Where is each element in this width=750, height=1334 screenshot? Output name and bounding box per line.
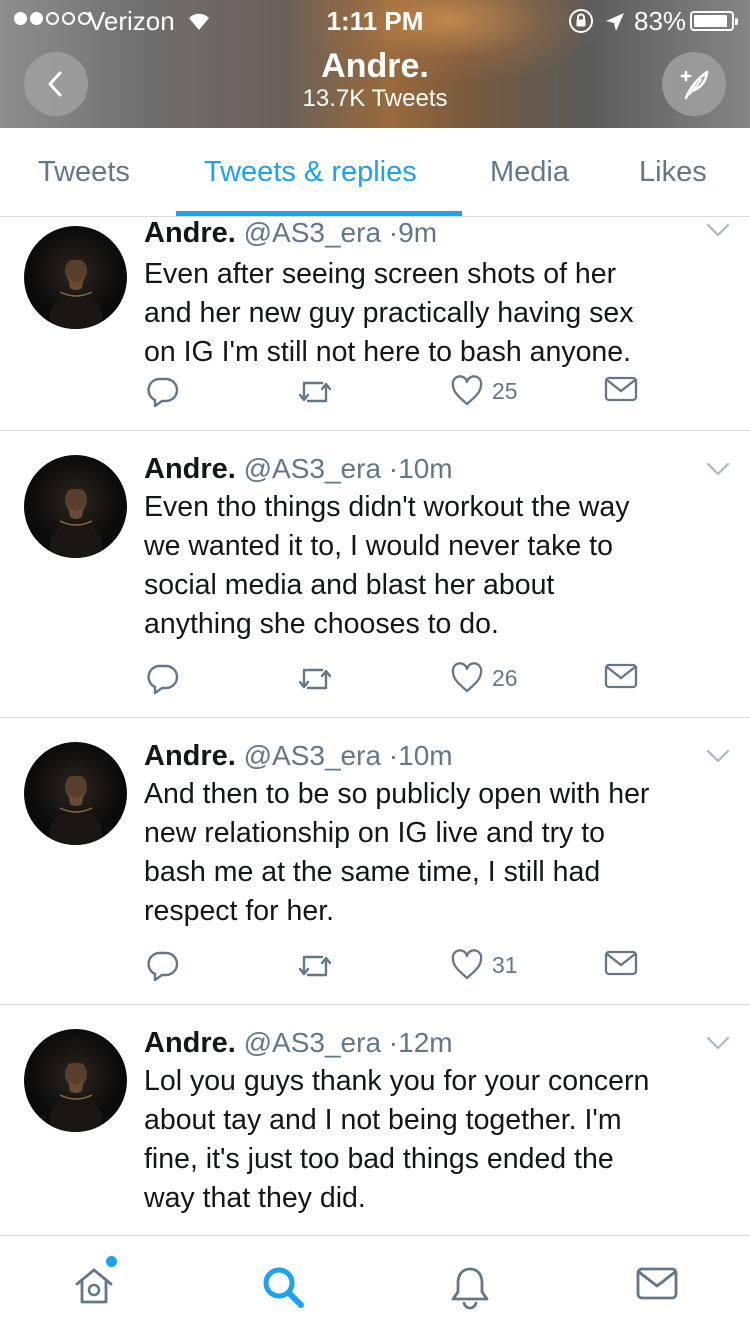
compose-tweet-icon xyxy=(680,70,709,100)
reply-icon xyxy=(147,664,179,695)
tweet-text: Even tho things didn't workout the way we… xyxy=(144,491,630,640)
avatar[interactable] xyxy=(24,1029,127,1132)
tab-likes[interactable]: Likes xyxy=(639,156,707,189)
avatar-photo xyxy=(50,486,102,558)
reply-icon xyxy=(147,377,179,408)
nav-notifications[interactable] xyxy=(448,1264,492,1315)
like-button[interactable]: 26 xyxy=(450,662,518,694)
tweet-count: 13.7K Tweets xyxy=(302,85,448,112)
tweet-actions: 25 xyxy=(144,375,664,411)
tweet-actions: 26 xyxy=(144,662,664,698)
battery-icon xyxy=(690,11,738,31)
heart-icon xyxy=(451,662,483,693)
tweet-text: And then to be so publicly open with her… xyxy=(144,778,650,927)
direct-message-button[interactable] xyxy=(604,949,638,977)
tweet-author[interactable]: Andre. xyxy=(144,740,236,772)
tweet-handle[interactable]: @AS3_era xyxy=(244,1027,381,1058)
tweet-separator: · xyxy=(388,1027,399,1058)
reply-icon xyxy=(147,951,179,982)
tab-media[interactable]: Media xyxy=(490,156,569,189)
tweet-separator: · xyxy=(388,740,399,771)
mail-icon xyxy=(604,663,638,689)
tweet-time: 10m xyxy=(398,740,453,771)
tweet-header: Andre. @AS3_era ·10m xyxy=(144,740,453,773)
tweet-handle[interactable]: @AS3_era xyxy=(244,453,381,484)
tweet-header: Andre. @AS3_era ·12m xyxy=(144,1027,453,1060)
like-count: 25 xyxy=(492,377,518,404)
tweet-header: Andre. @AS3_era ·10m xyxy=(144,453,453,486)
tweet-timeline[interactable]: Andre. @AS3_era ·9m Even after seeing sc… xyxy=(0,217,750,1235)
mail-icon xyxy=(604,950,638,976)
tab-tweets-and-replies[interactable]: Tweets & replies xyxy=(204,156,417,189)
tweet-author[interactable]: Andre. xyxy=(144,217,236,249)
tweet[interactable]: Andre. @AS3_era ·10m And then to be so p… xyxy=(0,718,750,1005)
direct-message-button[interactable] xyxy=(604,662,638,690)
chevron-down-icon[interactable] xyxy=(706,749,730,763)
tab-tweets[interactable]: Tweets xyxy=(38,156,130,189)
tweet-separator: · xyxy=(388,453,399,484)
nav-home[interactable] xyxy=(72,1264,116,1313)
heart-icon xyxy=(451,375,483,406)
retweet-icon xyxy=(298,381,332,403)
like-button[interactable]: 25 xyxy=(450,375,518,407)
home-icon xyxy=(75,1268,113,1304)
chevron-down-icon[interactable] xyxy=(706,223,730,237)
retweet-icon xyxy=(298,955,332,977)
avatar[interactable] xyxy=(24,455,127,558)
avatar-photo xyxy=(50,773,102,845)
bell-icon xyxy=(451,1267,489,1310)
tweet-text: Even after seeing screen shots of her and… xyxy=(144,258,634,368)
profile-header: Verizon 1:11 PM 83% Andre. 13.7K Tweets xyxy=(0,0,750,128)
tweet-handle[interactable]: @AS3_era xyxy=(244,217,381,248)
tweet[interactable]: Andre. @AS3_era ·12m Lol you guys thank … xyxy=(0,1005,750,1235)
avatar-photo xyxy=(50,257,102,329)
tweet-time: 12m xyxy=(398,1027,453,1058)
tweet-time: 10m xyxy=(398,453,453,484)
tweet-author[interactable]: Andre. xyxy=(144,453,236,485)
reply-button[interactable] xyxy=(146,375,180,409)
like-count: 26 xyxy=(492,664,518,691)
tweet[interactable]: Andre. @AS3_era ·9m Even after seeing sc… xyxy=(0,217,750,431)
chevron-down-icon[interactable] xyxy=(706,1036,730,1050)
tweet[interactable]: Andre. @AS3_era ·10m Even tho things did… xyxy=(0,431,750,718)
search-icon xyxy=(263,1267,304,1308)
like-button[interactable]: 31 xyxy=(450,949,518,981)
tweet-handle[interactable]: @AS3_era xyxy=(244,740,381,771)
rotation-lock-icon xyxy=(568,8,594,41)
heart-icon xyxy=(451,949,483,980)
battery-percent: 83% xyxy=(634,6,687,36)
retweet-button[interactable] xyxy=(296,375,334,409)
retweet-button[interactable] xyxy=(296,949,334,983)
avatar[interactable] xyxy=(24,742,127,845)
like-count: 31 xyxy=(492,951,518,978)
mail-icon xyxy=(604,376,638,402)
reply-button[interactable] xyxy=(146,949,180,983)
bottom-tab-bar xyxy=(0,1235,750,1334)
profile-name: Andre. xyxy=(321,47,429,85)
compose-tweet-button[interactable] xyxy=(662,52,726,116)
avatar[interactable] xyxy=(24,226,127,329)
status-bar: Verizon 1:11 PM 83% xyxy=(0,0,750,40)
tweet-actions: 31 xyxy=(144,949,664,985)
tweet-time: 9m xyxy=(398,217,438,248)
nav-search[interactable] xyxy=(260,1264,306,1315)
direct-message-button[interactable] xyxy=(604,375,638,403)
active-tab-indicator xyxy=(176,211,462,216)
reply-button[interactable] xyxy=(146,662,180,696)
new-content-badge xyxy=(106,1256,117,1267)
tweet-text: Lol you guys thank you for your concern a… xyxy=(144,1065,650,1214)
location-arrow-icon xyxy=(604,9,626,40)
retweet-button[interactable] xyxy=(296,662,334,696)
mail-icon xyxy=(636,1267,678,1300)
tweet-header: Andre. @AS3_era ·9m xyxy=(144,217,437,250)
tweet-author[interactable]: Andre. xyxy=(144,1027,236,1059)
chevron-down-icon[interactable] xyxy=(706,462,730,476)
tweet-separator: · xyxy=(388,217,399,248)
retweet-icon xyxy=(298,668,332,690)
avatar-photo xyxy=(50,1060,102,1132)
nav-messages[interactable] xyxy=(636,1264,678,1309)
profile-tabs: Tweets Tweets & replies Media Likes xyxy=(0,128,750,217)
